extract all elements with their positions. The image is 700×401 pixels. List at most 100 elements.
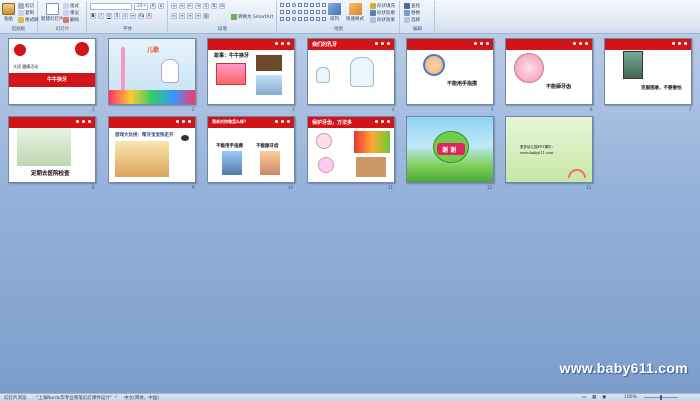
girl-cartoon-icon	[318, 157, 334, 173]
shape-fill-label: 形状填充	[377, 4, 395, 9]
shadow-icon[interactable]: s	[122, 13, 128, 19]
oval-shape-icon[interactable]	[292, 3, 296, 7]
decrease-indent-icon[interactable]: ⇤	[187, 3, 193, 9]
slide-thumbnail-2[interactable]: 儿歌	[108, 38, 196, 105]
zoom-slider-knob[interactable]	[660, 395, 662, 400]
new-slide-button[interactable]: 新建幻灯片	[41, 3, 64, 22]
rect-shape-icon[interactable]	[286, 10, 290, 14]
slideshow-view-icon[interactable]: ▣	[602, 395, 606, 400]
slide-13-line-1: 更多幼儿园PPT课件：	[520, 145, 556, 149]
slide-thumbnail-12[interactable]: 谢 谢	[406, 116, 494, 183]
select-button[interactable]: 选择	[404, 17, 420, 23]
arrange-button[interactable]: 排列	[328, 3, 341, 22]
increase-indent-icon[interactable]: ⇥	[195, 3, 201, 9]
slide-thumbnail-8[interactable]: 定期去医院检查	[8, 116, 96, 183]
triangle-shape-icon[interactable]	[298, 3, 302, 7]
slide-thumbnail-10[interactable]: 我来对你做怎么样？ 不能用手指摸 不能舔牙齿	[207, 116, 295, 183]
cursor-icon	[404, 17, 410, 23]
slide-thumbnail-1[interactable]: 大班 健康活动 牛牛换牙	[8, 38, 96, 105]
boy-photo	[216, 63, 246, 85]
slide-header-bar	[208, 39, 294, 50]
shrink-font-icon[interactable]: a	[158, 3, 164, 9]
align-left-icon[interactable]: ≡	[171, 13, 177, 19]
kid-photo	[222, 151, 242, 175]
grow-font-icon[interactable]: A	[150, 3, 156, 9]
slide-thumbnail-5[interactable]: 不能用手指摸	[406, 38, 494, 105]
line-shape-icon[interactable]	[280, 17, 284, 21]
triangle-shape-icon[interactable]	[298, 17, 302, 21]
format-painter-button[interactable]: 格式刷	[18, 17, 39, 23]
star-shape-icon[interactable]	[310, 3, 314, 7]
spell-check-icon[interactable]: ✓	[114, 395, 118, 400]
callout-shape-icon[interactable]	[316, 17, 320, 21]
spacing-icon[interactable]: ↔	[130, 13, 136, 19]
line-spacing-icon[interactable]: ↕	[203, 3, 209, 9]
find-button[interactable]: 查找	[404, 3, 420, 9]
delete-slide-button[interactable]: 删除	[63, 17, 79, 23]
mouse-cartoon-icon	[75, 42, 89, 56]
reset-button[interactable]: 重设	[63, 10, 79, 16]
slide-thumbnail-3[interactable]: 故事：牛牛换牙	[207, 38, 295, 105]
brace-shape-icon[interactable]	[322, 10, 326, 14]
arrow-shape-icon[interactable]	[304, 17, 308, 21]
callout-shape-icon[interactable]	[316, 3, 320, 7]
slide-thumbnail-6[interactable]: 不能舔牙齿	[505, 38, 593, 105]
rect-shape-icon[interactable]	[286, 3, 290, 7]
align-center-icon[interactable]: ≡	[179, 13, 185, 19]
zoom-level[interactable]: 100%	[624, 395, 637, 400]
slide-thumbnail-4[interactable]: 我们的乳牙	[307, 38, 395, 105]
brace-shape-icon[interactable]	[322, 17, 326, 21]
columns-icon[interactable]: ▥	[203, 13, 209, 19]
arrow-shape-icon[interactable]	[304, 10, 308, 14]
copy-button[interactable]: 复制	[18, 10, 34, 16]
slide-thumbnail-11[interactable]: 保护牙齿，方法多	[307, 116, 395, 183]
oval-shape-icon[interactable]	[292, 10, 296, 14]
paste-button[interactable]: 粘贴	[2, 3, 15, 22]
shape-outline-button[interactable]: 形状轮廓	[370, 10, 395, 16]
quick-styles-button[interactable]: 快速样式	[346, 3, 364, 22]
change-case-icon[interactable]: Aa	[138, 13, 144, 19]
justify-icon[interactable]: ≡	[195, 13, 201, 19]
slide-thumbnail-9[interactable]: 游戏大比拼：帮牙宝宝快走开	[108, 116, 196, 183]
shape-effects-button[interactable]: 形状效果	[370, 17, 395, 23]
underline-icon[interactable]: U	[106, 13, 112, 19]
rainbow-icon	[568, 169, 586, 178]
bold-icon[interactable]: B	[90, 13, 96, 19]
layout-button[interactable]: 版式	[63, 3, 79, 9]
triangle-shape-icon[interactable]	[298, 10, 302, 14]
shape-fill-button[interactable]: 形状填充	[370, 3, 395, 9]
numbering-icon[interactable]: ≡	[179, 3, 185, 9]
normal-view-icon[interactable]: ▭	[582, 395, 586, 400]
slide-thumbnail-13[interactable]: 更多幼儿园PPT课件： www.baby611.com	[505, 116, 593, 183]
arrow-shape-icon[interactable]	[304, 3, 308, 7]
line-shape-icon[interactable]	[280, 3, 284, 7]
slide-6-caption: 不能舔牙齿	[546, 84, 572, 90]
slide-thumbnail-7[interactable]: 克服困难，不要害怕	[604, 38, 692, 105]
brace-shape-icon[interactable]	[322, 3, 326, 7]
star-shape-icon[interactable]	[310, 10, 314, 14]
align-right-icon[interactable]: ≡	[187, 13, 193, 19]
rect-shape-icon[interactable]	[286, 17, 290, 21]
slide-9-title: 游戏大比拼：帮牙宝宝快走开	[115, 133, 174, 138]
oval-shape-icon[interactable]	[292, 17, 296, 21]
bullets-icon[interactable]: ≡	[171, 3, 177, 9]
cut-button[interactable]: 剪切	[18, 3, 34, 9]
drawing-group: 排列 快速样式 形状填充 形状轮廓 形状效果 绘图	[278, 1, 400, 33]
line-shape-icon[interactable]	[280, 10, 284, 14]
font-color-icon[interactable]: A	[146, 13, 152, 19]
shapes-gallery[interactable]	[280, 3, 326, 23]
align-text-icon[interactable]: ⊟	[219, 3, 225, 9]
view-status: 幻灯片浏览	[4, 396, 27, 401]
sorter-view-icon[interactable]: ▦	[592, 395, 596, 400]
italic-icon[interactable]: I	[98, 13, 104, 19]
text-direction-icon[interactable]: ⇅	[211, 3, 217, 9]
star-shape-icon[interactable]	[310, 17, 314, 21]
font-name-combo[interactable]	[90, 3, 132, 10]
smartart-button[interactable]: 转换为 SmartArt	[231, 14, 273, 20]
slide-1-subtitle: 大班 健康活动	[13, 64, 39, 69]
font-size-combo[interactable]: 24+	[134, 3, 148, 10]
slide-number-12: 12	[487, 185, 493, 190]
strikethrough-icon[interactable]: S	[114, 13, 120, 19]
replace-button[interactable]: 替换	[404, 10, 420, 16]
callout-shape-icon[interactable]	[316, 10, 320, 14]
